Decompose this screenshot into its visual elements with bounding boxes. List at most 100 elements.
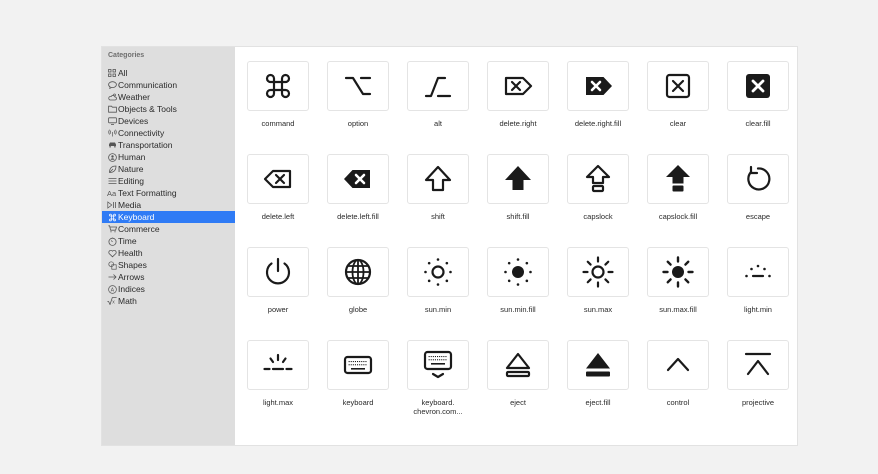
symbol-cell[interactable]: keyboard [320,326,396,416]
symbol-cell[interactable]: delete.right [480,47,556,137]
symbol-cell[interactable]: eject.fill [560,326,636,416]
symbol-tile[interactable] [567,247,629,297]
globe-icon [342,256,374,288]
symbol-tile[interactable] [487,61,549,111]
symbol-name: delete.left.fill [337,212,379,221]
symbol-cell[interactable]: sun.max.fill [640,233,716,323]
symbol-cell[interactable]: projective [720,326,796,416]
symbol-cell[interactable]: command [240,47,316,137]
symbol-name: delete.right [499,119,537,128]
symbol-tile[interactable] [487,247,549,297]
symbol-cell[interactable]: sun.min.fill [480,233,556,323]
symbol-cell[interactable]: escape [720,140,796,230]
symbol-tile[interactable] [247,61,309,111]
sidebar-item-shapes[interactable]: Shapes [102,259,235,271]
symbol-tile[interactable] [727,247,789,297]
sidebar-item-indices[interactable]: A Indices [102,283,235,295]
symbol-name: clear [669,119,687,128]
sidebar-item-media[interactable]: Media [102,199,235,211]
symbol-tile[interactable] [487,340,549,390]
keyboard-chevron-compact-down-icon [422,349,454,381]
symbol-grid: command option alt delete.right delete.right… [235,47,797,445]
command-icon [262,70,294,102]
symbol-tile[interactable] [487,154,549,204]
symbol-cell[interactable]: light.min [720,233,796,323]
symbol-cell[interactable]: light.max [240,326,316,416]
sidebar-item-text-formatting[interactable]: Aa Text Formatting [102,187,235,199]
sidebar-item-communication[interactable]: Communication [102,79,235,91]
symbol-tile[interactable] [647,61,709,111]
symbol-tile[interactable] [327,61,389,111]
symbol-name: sun.max.fill [659,305,697,314]
symbol-cell[interactable]: sun.min [400,233,476,323]
sf-symbols-window: Categories All Communication Weather Object… [101,46,798,446]
symbol-tile[interactable] [247,340,309,390]
symbol-cell[interactable]: capslock [560,140,636,230]
sidebar-item-keyboard[interactable]: Keyboard [102,211,235,223]
sidebar-item-nature[interactable]: Nature [102,163,235,175]
symbol-cell[interactable]: sun.max [560,233,636,323]
symbol-cell[interactable]: delete.right.fill [560,47,636,137]
delete-right-icon [502,70,534,102]
symbol-name: escape [745,212,771,221]
svg-text:A: A [110,287,114,293]
svg-text:Aa: Aa [107,189,117,197]
sidebar-item-objects-tools[interactable]: Objects & Tools [102,103,235,115]
symbol-tile[interactable] [247,154,309,204]
symbol-cell[interactable]: shift.fill [480,140,556,230]
clear-icon [662,70,694,102]
symbol-cell[interactable]: eject [480,326,556,416]
symbol-tile[interactable] [407,340,469,390]
sidebar-item-all[interactable]: All [102,67,235,79]
symbol-cell[interactable]: globe [320,233,396,323]
sidebar-item-label: Weather [118,92,150,102]
symbol-tile[interactable] [567,340,629,390]
symbol-tile[interactable] [327,340,389,390]
symbol-name: capslock.fill [658,212,698,221]
symbol-tile[interactable] [727,340,789,390]
symbol-cell[interactable]: delete.left.fill [320,140,396,230]
symbol-tile[interactable] [647,154,709,204]
car-icon [107,139,117,151]
sun-min-fill-icon [502,256,534,288]
symbol-tile[interactable] [567,61,629,111]
sidebar-item-label: Nature [118,164,144,174]
symbol-cell[interactable]: clear.fill [720,47,796,137]
categories-sidebar: Categories All Communication Weather Object… [102,47,235,445]
sidebar-item-time[interactable]: Time [102,235,235,247]
symbol-tile[interactable] [407,154,469,204]
sidebar-item-transportation[interactable]: Transportation [102,139,235,151]
symbol-cell[interactable]: keyboard. chevron.com... [400,326,476,416]
control-icon [662,349,694,381]
symbol-tile[interactable] [727,154,789,204]
sidebar-item-human[interactable]: Human [102,151,235,163]
sidebar-item-weather[interactable]: Weather [102,91,235,103]
sidebar-item-health[interactable]: Health [102,247,235,259]
symbol-cell[interactable]: option [320,47,396,137]
sidebar-item-devices[interactable]: Devices [102,115,235,127]
sidebar-item-math[interactable]: x Math [102,295,235,307]
symbol-cell[interactable]: control [640,326,716,416]
sidebar-item-commerce[interactable]: Commerce [102,223,235,235]
symbol-tile[interactable] [407,61,469,111]
symbol-tile[interactable] [247,247,309,297]
symbol-tile[interactable] [327,247,389,297]
symbol-name: clear.fill [745,119,771,128]
symbol-tile[interactable] [647,247,709,297]
symbol-cell[interactable]: alt [400,47,476,137]
symbol-cell[interactable]: power [240,233,316,323]
symbol-name: keyboard. chevron.com... [413,398,463,416]
symbol-name: option [347,119,369,128]
symbol-tile[interactable] [727,61,789,111]
sidebar-item-connectivity[interactable]: Connectivity [102,127,235,139]
sidebar-item-editing[interactable]: Editing [102,175,235,187]
symbol-tile[interactable] [567,154,629,204]
symbol-cell[interactable]: capslock.fill [640,140,716,230]
symbol-tile[interactable] [327,154,389,204]
sidebar-item-arrows[interactable]: Arrows [102,271,235,283]
symbol-cell[interactable]: delete.left [240,140,316,230]
symbol-tile[interactable] [407,247,469,297]
symbol-cell[interactable]: clear [640,47,716,137]
symbol-cell[interactable]: shift [400,140,476,230]
symbol-tile[interactable] [647,340,709,390]
